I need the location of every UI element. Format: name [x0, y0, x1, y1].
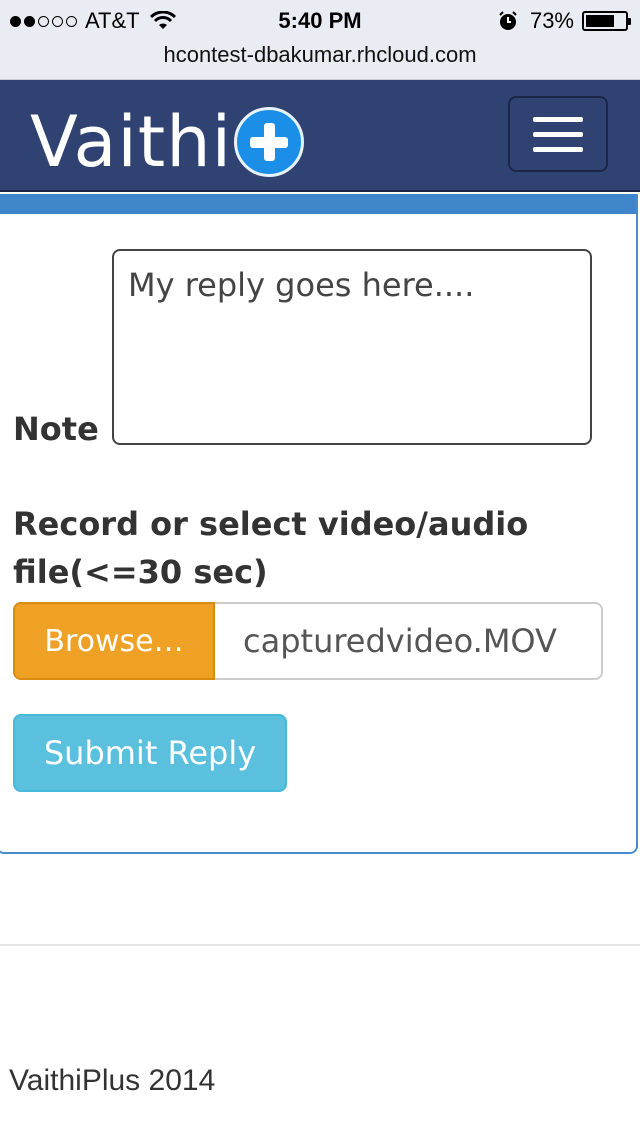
- alarm-icon: [499, 11, 517, 30]
- address-bar-url[interactable]: hcontest-dbakumar.rhcloud.com: [0, 40, 640, 70]
- file-upload-label: Record or select video/audio file(<=30 s…: [13, 505, 529, 591]
- brand-text: Vaithi: [30, 101, 233, 183]
- battery-percent: 73%: [529, 8, 574, 33]
- note-textarea[interactable]: [112, 249, 592, 445]
- status-bar: AT&T 5:40 PM 73% hcontest-dbakumar.rhclo…: [0, 0, 640, 80]
- file-input-group: Browse… capturedvideo.MOV: [13, 602, 603, 680]
- file-name-field[interactable]: capturedvideo.MOV: [215, 602, 603, 680]
- footer-divider: [0, 944, 640, 946]
- battery-level: [586, 15, 614, 27]
- brand-logo[interactable]: Vaithi: [30, 101, 305, 183]
- submit-reply-button[interactable]: Submit Reply: [13, 714, 287, 792]
- hamburger-menu-button[interactable]: [508, 96, 608, 172]
- footer-text: VaithiPlus 2014: [9, 1064, 216, 1097]
- navbar: Vaithi: [0, 80, 640, 192]
- hamburger-menu-icon: [533, 116, 583, 122]
- panel-heading: [0, 194, 636, 214]
- status-right: 73%: [498, 6, 631, 36]
- hamburger-menu-icon: [533, 131, 583, 137]
- battery-icon: [582, 11, 631, 31]
- browse-button[interactable]: Browse…: [13, 602, 215, 680]
- plus-icon: [234, 107, 305, 177]
- reply-panel: Note Record or select video/audio file(<…: [0, 194, 638, 854]
- hamburger-menu-icon: [533, 146, 583, 152]
- note-label: Note: [13, 410, 99, 448]
